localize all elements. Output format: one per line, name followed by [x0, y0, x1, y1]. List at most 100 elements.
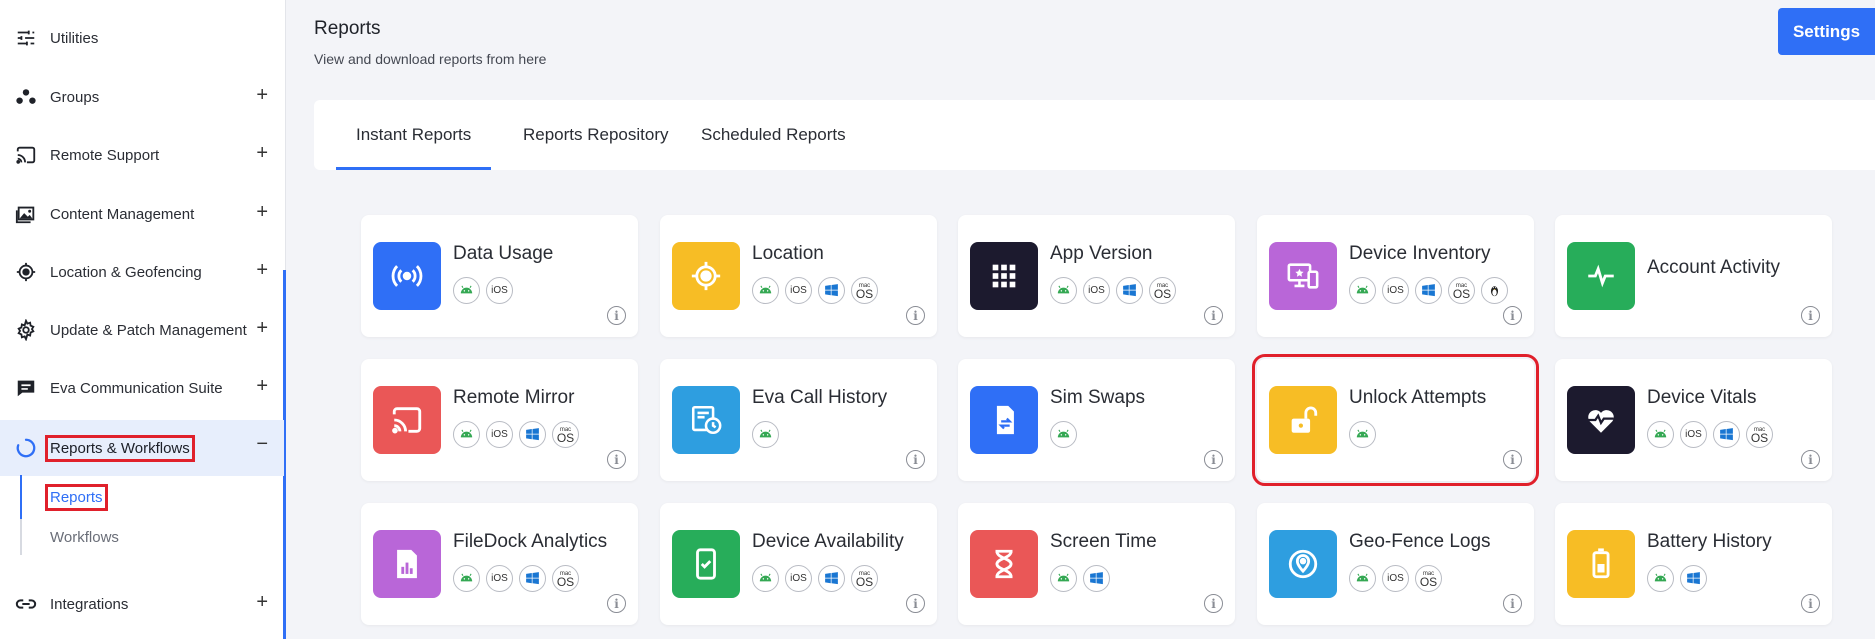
images-icon: [14, 202, 38, 226]
info-icon[interactable]: i: [1204, 306, 1223, 325]
report-card-unlock-attempts[interactable]: Unlock Attempts i: [1252, 354, 1539, 486]
info-icon[interactable]: i: [607, 306, 626, 325]
macos-icon: mac OS: [1415, 565, 1442, 592]
tab-scheduled-reports[interactable]: Scheduled Reports: [681, 100, 866, 170]
report-card-remote-mirror[interactable]: Remote Mirror iOS mac OS i: [361, 359, 638, 481]
sidebar-item-label: Content Management: [50, 205, 195, 223]
report-card-title: FileDock Analytics: [453, 531, 608, 552]
tab-instant-reports[interactable]: Instant Reports: [336, 100, 492, 170]
android-icon: [1647, 565, 1674, 592]
macos-icon: mac OS: [851, 277, 878, 304]
sidebar-item-eva-communication-suite[interactable]: Eva Communication Suite +: [0, 362, 284, 414]
info-icon[interactable]: i: [607, 450, 626, 469]
collapse-icon[interactable]: −: [256, 434, 268, 454]
windows-icon: [1083, 565, 1110, 592]
windows-icon: [1415, 277, 1442, 304]
info-icon[interactable]: i: [1801, 594, 1820, 613]
sliders-icon: [14, 26, 38, 50]
linux-icon: [1481, 277, 1508, 304]
expand-icon[interactable]: +: [256, 592, 268, 612]
platform-badges: iOS mac OS: [1349, 277, 1508, 304]
info-icon[interactable]: i: [1801, 306, 1820, 325]
info-icon[interactable]: i: [1204, 450, 1223, 469]
report-card-title: Unlock Attempts: [1349, 387, 1487, 408]
chat-icon: [14, 376, 38, 400]
report-card-battery-history[interactable]: Battery History i: [1555, 503, 1832, 625]
gear-icon: [14, 318, 38, 342]
windows-icon: [519, 565, 546, 592]
location-target-icon: [672, 242, 740, 310]
file-chart-icon: [373, 530, 441, 598]
report-card-title: App Version: [1050, 243, 1153, 264]
sidebar-item-remote-support[interactable]: Remote Support +: [0, 129, 284, 181]
report-card-device-vitals[interactable]: Device Vitals iOS mac OS i: [1555, 359, 1832, 481]
report-card-filedock-analytics[interactable]: FileDock Analytics iOS mac OS i: [361, 503, 638, 625]
report-card-data-usage[interactable]: Data Usage iOS i: [361, 215, 638, 337]
sidebar-item-reports-workflows[interactable]: Reports & Workflows −: [0, 420, 284, 476]
expand-icon[interactable]: +: [256, 318, 268, 338]
groups-icon: [14, 85, 38, 109]
ios-icon: iOS: [1083, 277, 1110, 304]
ios-icon: iOS: [1382, 565, 1409, 592]
report-card-title: Battery History: [1647, 531, 1772, 552]
expand-icon[interactable]: +: [256, 202, 268, 222]
sidebar-item-integrations[interactable]: Integrations +: [0, 578, 284, 630]
info-icon[interactable]: i: [906, 594, 925, 613]
report-card-device-availability[interactable]: Device Availability iOS mac OS i: [660, 503, 937, 625]
report-card-sim-swaps[interactable]: Sim Swaps i: [958, 359, 1235, 481]
sidebar-item-update-patch-management[interactable]: Update & Patch Management +: [0, 304, 284, 356]
expand-icon[interactable]: +: [256, 376, 268, 396]
macos-label-bottom: OS: [855, 286, 874, 301]
android-icon: [1647, 421, 1674, 448]
report-card-title: Device Vitals: [1647, 387, 1757, 408]
expand-icon[interactable]: +: [256, 260, 268, 280]
report-card-location[interactable]: Location iOS mac OS i: [660, 215, 937, 337]
ios-icon: iOS: [486, 421, 513, 448]
sidebar-item-label: Reports & Workflows: [45, 434, 195, 462]
report-card-title: Eva Call History: [752, 387, 888, 408]
sidebar-item-label: Utilities: [50, 29, 99, 47]
info-icon[interactable]: i: [1204, 594, 1223, 613]
sidebar-subitem-reports[interactable]: Reports: [45, 484, 108, 511]
ios-icon: iOS: [486, 565, 513, 592]
info-icon[interactable]: i: [906, 450, 925, 469]
report-card-geo-fence-logs[interactable]: Geo-Fence Logs iOS mac OS i: [1257, 503, 1534, 625]
battery-icon: [1567, 530, 1635, 598]
crosshair-icon: [14, 260, 38, 284]
sidebar-item-location-geofencing[interactable]: Location & Geofencing +: [0, 246, 284, 298]
reports-spinner-icon: [14, 436, 38, 460]
sidebar-item-content-management[interactable]: Content Management +: [0, 188, 284, 240]
phone-check-icon: [672, 530, 740, 598]
macos-icon: mac OS: [552, 565, 579, 592]
report-card-device-inventory[interactable]: Device Inventory iOS mac OS i: [1257, 215, 1534, 337]
tab-reports-repository[interactable]: Reports Repository: [503, 100, 689, 170]
unlock-icon: [1269, 386, 1337, 454]
report-card-screen-time[interactable]: Screen Time i: [958, 503, 1235, 625]
info-icon[interactable]: i: [1801, 450, 1820, 469]
macos-icon: mac OS: [1746, 421, 1773, 448]
sidebar-subitem-workflows[interactable]: Workflows: [50, 529, 119, 546]
android-icon: [453, 421, 480, 448]
expand-icon[interactable]: +: [256, 85, 268, 105]
windows-icon: [1713, 421, 1740, 448]
info-icon[interactable]: i: [1503, 450, 1522, 469]
info-icon[interactable]: i: [607, 594, 626, 613]
expand-icon[interactable]: +: [256, 143, 268, 163]
android-icon: [453, 277, 480, 304]
devices-icon: [1269, 242, 1337, 310]
info-icon[interactable]: i: [1503, 306, 1522, 325]
sidebar-item-utilities[interactable]: Utilities: [0, 12, 284, 64]
sidebar-item-groups[interactable]: Groups +: [0, 71, 284, 123]
settings-button[interactable]: Settings: [1778, 8, 1875, 55]
info-icon[interactable]: i: [1503, 594, 1522, 613]
report-card-account-activity[interactable]: Account Activity i: [1555, 215, 1832, 337]
report-card-app-version[interactable]: App Version iOS mac OS i: [958, 215, 1235, 337]
platform-badges: [1050, 565, 1110, 592]
hourglass-icon: [970, 530, 1038, 598]
platform-badges: iOS mac OS: [752, 565, 878, 592]
app-grid-icon: [970, 242, 1038, 310]
android-icon: [752, 421, 779, 448]
info-icon[interactable]: i: [906, 306, 925, 325]
ios-icon: iOS: [1680, 421, 1707, 448]
report-card-eva-call-history[interactable]: Eva Call History i: [660, 359, 937, 481]
